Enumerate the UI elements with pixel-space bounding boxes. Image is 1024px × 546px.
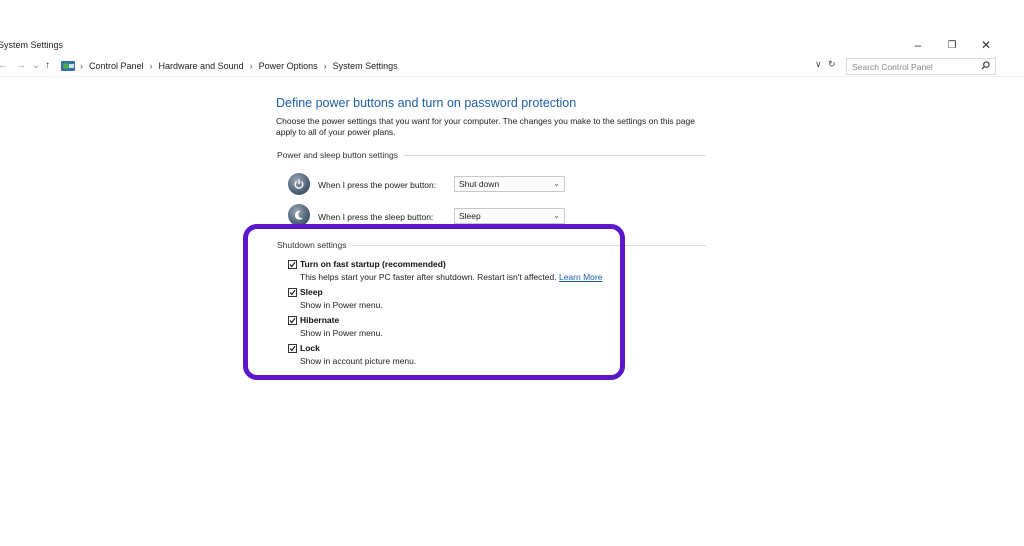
window-title: System Settings	[0, 40, 64, 50]
recent-locations-icon[interactable]: ⌄	[32, 60, 40, 71]
chevron-down-icon: ⌄	[553, 211, 560, 220]
up-icon[interactable]: ↑	[45, 60, 50, 71]
sleep-button-value: Sleep	[459, 211, 481, 221]
chevron-down-icon: ⌄	[553, 179, 560, 188]
breadcrumb-separator-icon: ›	[249, 61, 253, 71]
refresh-icon[interactable]: ↻	[828, 59, 836, 70]
breadcrumb-control-panel[interactable]: Control Panel	[89, 61, 144, 71]
breadcrumb-system-settings[interactable]: System Settings	[333, 61, 398, 71]
breadcrumb-separator-icon: ›	[149, 61, 153, 71]
power-button-value: Shut down	[459, 179, 500, 189]
breadcrumb-hardware-and-sound[interactable]: Hardware and Sound	[159, 61, 244, 71]
power-icon	[288, 173, 310, 195]
search-input[interactable]: Search Control Panel	[846, 58, 996, 75]
page-title: Define power buttons and turn on passwor…	[276, 96, 577, 110]
address-dropdown-icon[interactable]: ∨	[815, 59, 822, 70]
search-placeholder: Search Control Panel	[852, 62, 933, 72]
control-panel-icon	[60, 58, 76, 74]
search-icon[interactable]	[981, 61, 990, 70]
sleep-button-label: When I press the sleep button:	[318, 212, 434, 222]
power-section-label: Power and sleep button settings	[277, 150, 404, 160]
address-bar-divider	[0, 76, 1024, 77]
sleep-button-dropdown[interactable]: Sleep ⌄	[454, 208, 565, 224]
restore-button[interactable]: ❐	[942, 36, 962, 54]
breadcrumb-power-options[interactable]: Power Options	[259, 61, 318, 71]
breadcrumb: › Control Panel › Hardware and Sound › P…	[80, 61, 398, 71]
power-button-dropdown[interactable]: Shut down ⌄	[454, 176, 565, 192]
forward-icon[interactable]: →	[16, 60, 26, 71]
sleep-icon	[288, 204, 310, 226]
back-icon[interactable]: ←	[0, 60, 8, 71]
power-button-label: When I press the power button:	[318, 180, 437, 190]
page-description: Choose the power settings that you want …	[276, 116, 695, 137]
minimize-button[interactable]: –	[908, 36, 928, 54]
breadcrumb-separator-icon: ›	[80, 61, 83, 71]
highlight-box	[243, 224, 625, 380]
close-button[interactable]: ✕	[976, 36, 996, 54]
breadcrumb-separator-icon: ›	[323, 61, 327, 71]
